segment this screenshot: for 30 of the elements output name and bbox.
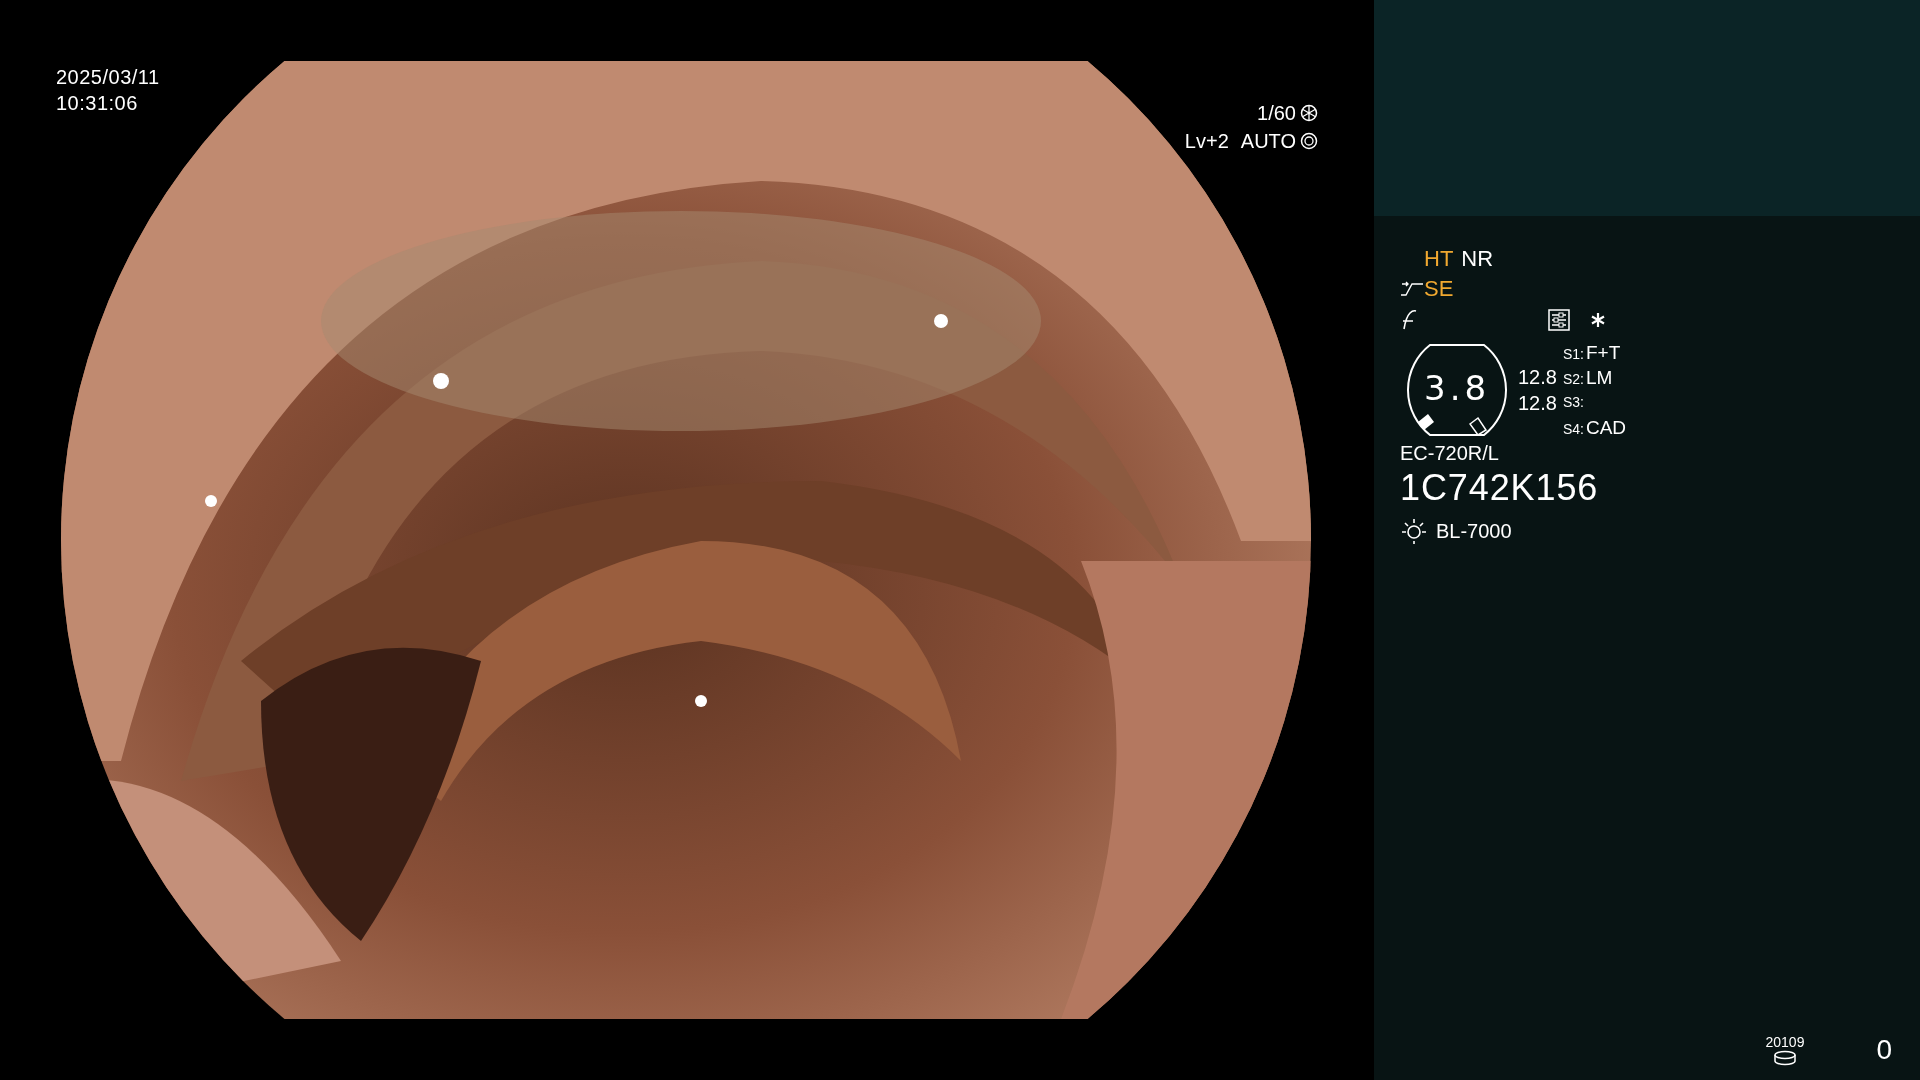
mode-label: HT	[1424, 245, 1454, 273]
iris-mode: AUTO	[1240, 129, 1296, 154]
switch-key: S1:	[1562, 342, 1584, 367]
settings-icon	[1548, 309, 1570, 331]
exam-time: 10:31:06	[56, 91, 139, 116]
gauge-reading: 12.8	[1518, 391, 1557, 416]
mode-label: NR	[1461, 245, 1494, 273]
scope-serial: 1C742K156	[1400, 466, 1600, 510]
gauge-reading: 12.8	[1518, 365, 1557, 390]
storage-index: 0	[1876, 1034, 1892, 1066]
shutter-icon	[1300, 104, 1318, 122]
gauge-value: 3.8	[1424, 368, 1491, 408]
switch-value: F+T	[1585, 341, 1621, 365]
storage-icon	[1772, 1050, 1797, 1066]
exam-date: 2025/03/11	[56, 65, 160, 90]
light-bulb-icon	[1400, 517, 1428, 545]
switch-value: CAD	[1585, 416, 1627, 440]
switch-key: S4:	[1562, 417, 1584, 442]
switch-value: LM	[1585, 366, 1613, 390]
curve-icon	[1400, 281, 1424, 297]
image-count: 20109	[1765, 1034, 1805, 1050]
light-source: BL-7000	[1436, 519, 1512, 544]
shutter-speed: 1/60	[1257, 101, 1296, 126]
switch-key: S3:	[1562, 390, 1584, 415]
brightness-level: Lv+2	[1184, 129, 1229, 154]
aperture-icon	[1300, 132, 1318, 150]
scope-model: EC-720R/L	[1400, 441, 1500, 466]
asterisk-icon	[1590, 312, 1606, 328]
mode-label: SE	[1424, 275, 1454, 303]
switch-key: S2:	[1562, 367, 1584, 392]
